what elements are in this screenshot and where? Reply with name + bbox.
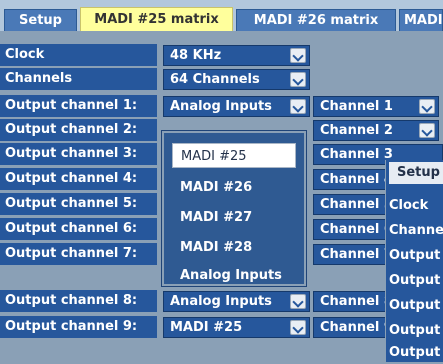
output-channel-value: Channel 7 <box>320 247 393 262</box>
output-label: Output channel 5: <box>0 193 157 215</box>
output-row-9: Output channel 9: MADI #25 Channel 9 <box>0 316 443 338</box>
overlay-label-channels: Channels <box>389 223 443 238</box>
channels-select[interactable]: 64 Channels <box>163 69 310 90</box>
output-source-select[interactable]: Analog Inputs <box>163 96 310 117</box>
output-row-1: Output channel 1: Analog Inputs Channel … <box>0 95 443 117</box>
output-label: Output channel 6: <box>0 218 157 240</box>
dropdown-option-madi-28[interactable]: MADI #28 <box>172 235 296 260</box>
output-label: Output channel 3: <box>0 143 157 165</box>
overlay-label-output: Output <box>389 345 441 360</box>
overlay-label-output: Output <box>389 248 441 263</box>
output-channel-value: Channel 9 <box>320 320 393 335</box>
dropdown-option-madi-27[interactable]: MADI #27 <box>172 205 296 230</box>
output-label: Output channel 2: <box>0 119 157 141</box>
clock-label: Clock <box>0 44 157 66</box>
output-label: Output channel 7: <box>0 243 157 265</box>
channels-label: Channels <box>0 68 157 90</box>
overlay-label-output: Output <box>389 298 441 313</box>
output-label: Output channel 8: <box>0 290 157 312</box>
output-source-select[interactable]: MADI #25 <box>163 317 310 338</box>
chevron-down-icon <box>419 99 435 114</box>
output-row-8: Output channel 8: Analog Inputs Channel … <box>0 290 443 312</box>
output-source-value: Analog Inputs <box>170 294 272 309</box>
chevron-down-icon <box>290 72 306 87</box>
overlay-label-clock: Clock <box>389 198 429 213</box>
output-source-value: Analog Inputs <box>170 99 272 114</box>
source-dropdown-list: MADI #25 MADI #26 MADI #27 MADI #28 Anal… <box>162 131 306 286</box>
chevron-down-icon <box>290 48 306 63</box>
output-channel-value: Channel 4 <box>320 172 393 187</box>
tab-bar: Setup MADI #25 matrix MADI #26 matrix MA… <box>0 0 443 31</box>
overlay-tab-setup[interactable]: Setup <box>389 162 443 184</box>
tab-madi-26-matrix[interactable]: MADI #26 matrix <box>236 9 396 31</box>
dropdown-option-madi-26[interactable]: MADI #26 <box>172 175 296 200</box>
output-channel-select[interactable]: Channel 1 <box>313 96 439 117</box>
chevron-down-icon <box>419 123 435 138</box>
chevron-down-icon <box>290 294 306 309</box>
channels-row: Channels 64 Channels <box>0 68 443 90</box>
output-label: Output channel 9: <box>0 316 157 338</box>
output-label: Output channel 1: <box>0 95 157 117</box>
output-channel-value: Channel 6 <box>320 222 393 237</box>
output-channel-select[interactable]: Channel 2 <box>313 120 439 141</box>
chevron-down-icon <box>290 99 306 114</box>
overlay-label-output: Output <box>389 273 441 288</box>
output-channel-value: Channel 5 <box>320 197 393 212</box>
clock-row: Clock 48 KHz <box>0 44 443 66</box>
tab-madi-next[interactable]: MADI <box>399 9 443 31</box>
clock-select[interactable]: 48 KHz <box>163 45 310 66</box>
output-channel-value: Channel 3 <box>320 147 393 162</box>
dropdown-option-analog-inputs[interactable]: Analog Inputs <box>172 263 296 288</box>
output-source-select[interactable]: Analog Inputs <box>163 291 310 312</box>
output-channel-value: Channel 8 <box>320 294 393 309</box>
clock-value: 48 KHz <box>170 48 222 63</box>
output-label: Output channel 4: <box>0 168 157 190</box>
chevron-down-icon <box>290 320 306 335</box>
dropdown-option-madi-25[interactable]: MADI #25 <box>172 143 296 168</box>
output-channel-value: Channel 2 <box>320 123 393 138</box>
output-source-value: MADI #25 <box>170 320 243 335</box>
tab-madi-25-matrix[interactable]: MADI #25 matrix <box>80 7 233 31</box>
overlay-label-output: Output <box>389 323 441 338</box>
channels-value: 64 Channels <box>170 72 260 87</box>
output-channel-value: Channel 1 <box>320 99 393 114</box>
tab-setup[interactable]: Setup <box>4 9 77 31</box>
